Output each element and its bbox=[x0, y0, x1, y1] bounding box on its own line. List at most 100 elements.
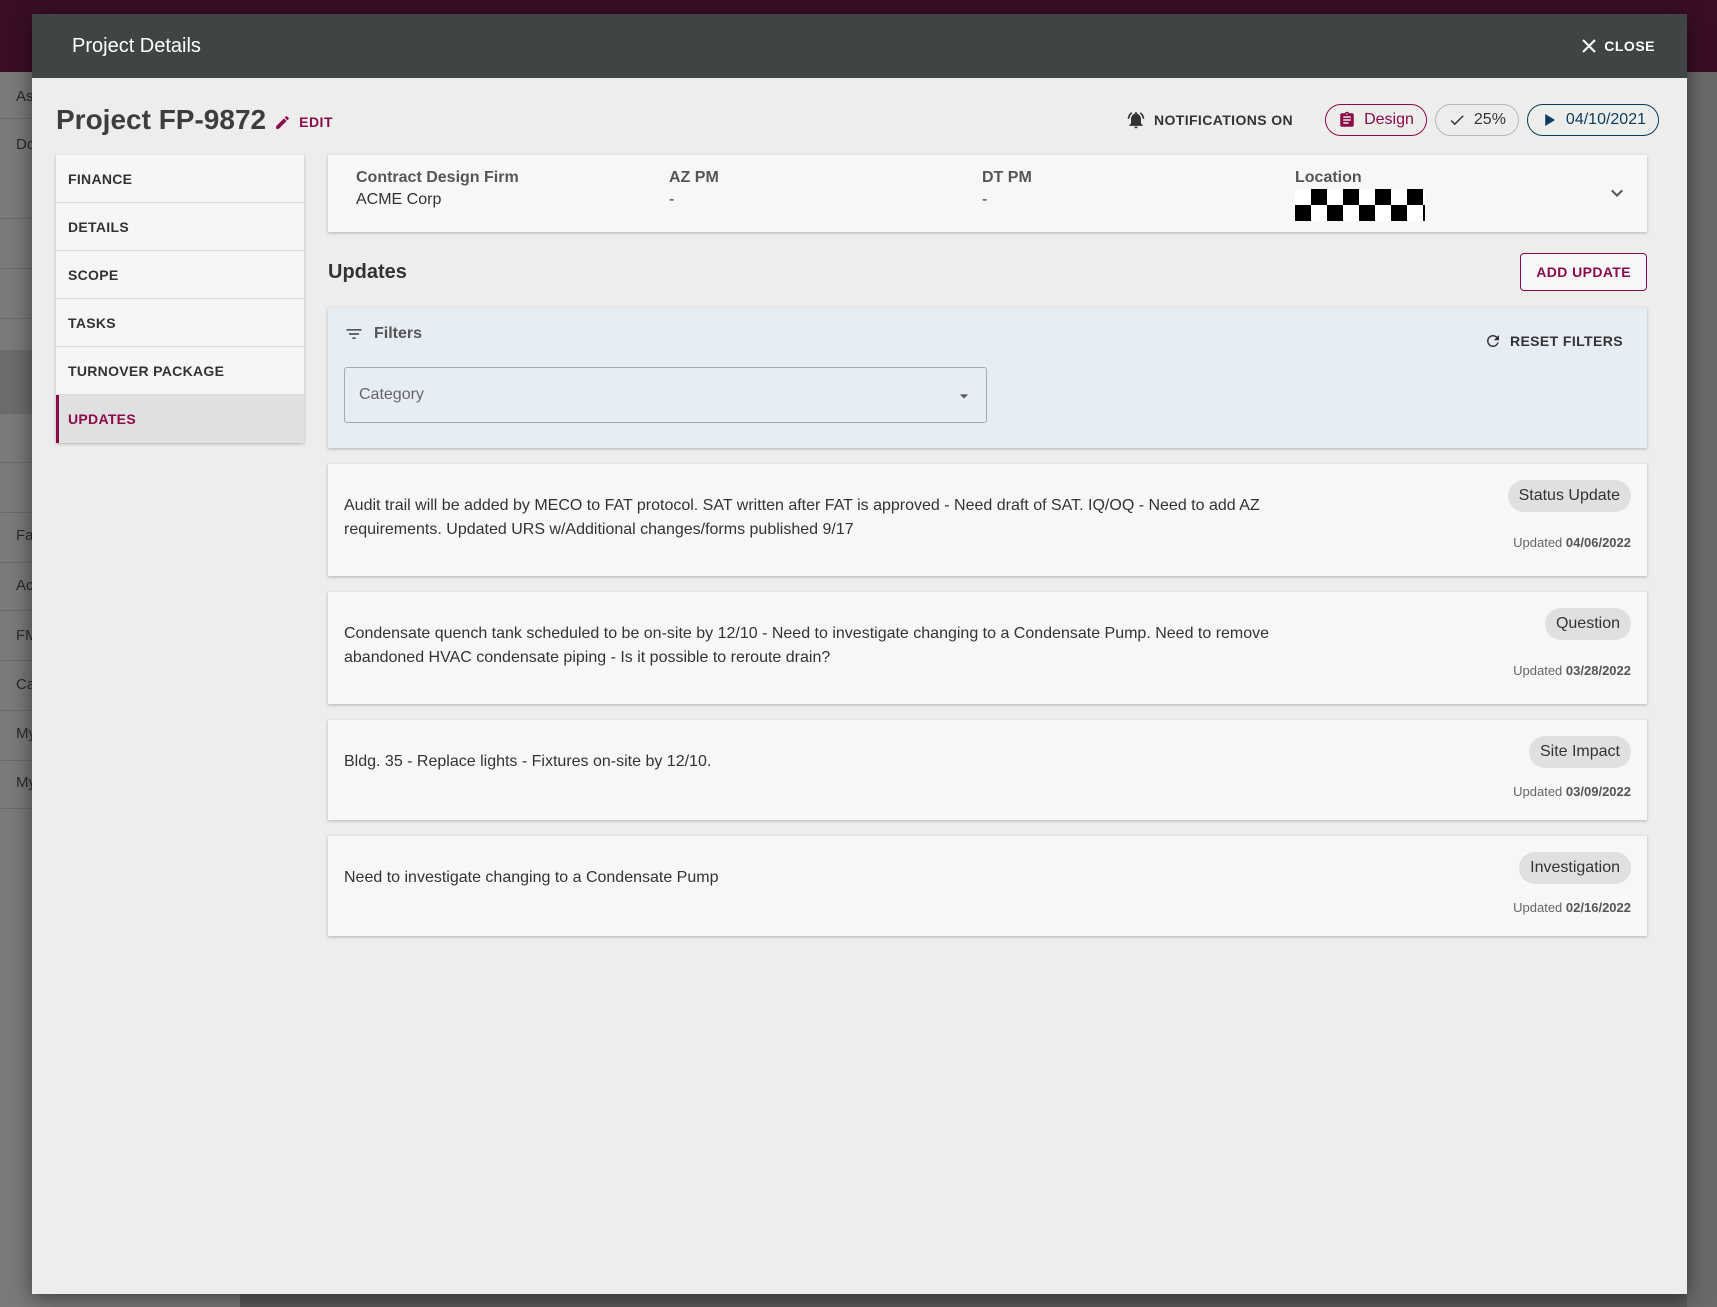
updated-date-value: 03/09/2022 bbox=[1565, 784, 1631, 799]
location-field: Location bbox=[1295, 169, 1608, 221]
filters-label: Filters bbox=[374, 325, 423, 342]
field-value: - bbox=[982, 191, 988, 208]
phase-chip[interactable]: Design bbox=[1325, 104, 1427, 136]
background-right-panel bbox=[1687, 72, 1717, 1307]
reset-filters-label: RESET FILTERS bbox=[1509, 333, 1623, 349]
close-icon bbox=[1582, 39, 1596, 53]
updated-prefix: Updated bbox=[1513, 663, 1563, 678]
filters-panel: Filters RESET FILTERS Category bbox=[328, 308, 1647, 448]
notifications-toggle[interactable]: NOTIFICATIONS ON bbox=[1126, 110, 1293, 130]
refresh-icon bbox=[1486, 335, 1499, 347]
background-divider bbox=[0, 808, 32, 809]
category-chip: Status Update bbox=[1507, 480, 1631, 512]
background-divider bbox=[0, 268, 32, 269]
az-pm-field: AZ PM - bbox=[669, 169, 982, 218]
category-chip: Question bbox=[1544, 608, 1631, 640]
updates-header: Updates ADD UPDATE bbox=[328, 252, 1647, 292]
field-label: Contract Design Firm bbox=[356, 169, 519, 186]
field-label: AZ PM bbox=[669, 169, 719, 186]
section-nav: FINANCE DETAILS SCOPE TASKS TURNOVER PAC… bbox=[56, 155, 304, 443]
update-card[interactable]: Condensate quench tank scheduled to be o… bbox=[328, 592, 1647, 704]
updated-prefix: Updated bbox=[1513, 535, 1563, 550]
contract-design-firm-field: Contract Design Firm ACME Corp bbox=[356, 169, 669, 218]
background-divider bbox=[0, 318, 32, 319]
update-text: Condensate quench tank scheduled to be o… bbox=[344, 625, 1270, 666]
nav-item-scope[interactable]: SCOPE bbox=[56, 251, 304, 299]
dropdown-arrow-icon bbox=[959, 394, 969, 399]
updated-date-value: 04/06/2022 bbox=[1565, 535, 1631, 550]
close-button-label: CLOSE bbox=[1604, 38, 1655, 54]
chevron-down-icon[interactable] bbox=[1605, 181, 1629, 205]
updated-prefix: Updated bbox=[1513, 784, 1563, 799]
background-divider bbox=[0, 462, 32, 463]
field-label: DT PM bbox=[982, 169, 1032, 186]
background-divider bbox=[0, 512, 32, 513]
date-chip[interactable]: 04/10/2021 bbox=[1526, 104, 1659, 136]
filter-list-icon bbox=[346, 329, 362, 339]
update-text: Bldg. 35 - Replace lights - Fixtures on-… bbox=[344, 753, 712, 770]
bell-ringing-icon bbox=[1127, 112, 1145, 129]
modal-title: Project Details bbox=[72, 34, 201, 57]
filters-title: Filters bbox=[344, 324, 1631, 344]
background-divider bbox=[0, 218, 32, 219]
reset-filters-button[interactable]: RESET FILTERS bbox=[1484, 332, 1623, 350]
update-card[interactable]: Audit trail will be added by MECO to FAT… bbox=[328, 464, 1647, 576]
main-content: Contract Design Firm ACME Corp AZ PM - D… bbox=[328, 155, 1647, 936]
updated-date-value: 02/16/2022 bbox=[1565, 900, 1631, 915]
category-chip: Investigation bbox=[1519, 852, 1631, 884]
project-info-card: Contract Design Firm ACME Corp AZ PM - D… bbox=[328, 155, 1647, 232]
project-status-bar: NOTIFICATIONS ON Design 25% 04/10/2021 bbox=[1126, 104, 1659, 136]
background-divider bbox=[0, 660, 32, 661]
edit-button-label: EDIT bbox=[299, 114, 333, 130]
date-label: 04/10/2021 bbox=[1565, 111, 1646, 128]
updated-prefix: Updated bbox=[1513, 900, 1563, 915]
modal-header: Project Details CLOSE bbox=[32, 14, 1687, 78]
nav-item-tasks[interactable]: TASKS bbox=[56, 299, 304, 347]
update-card[interactable]: Bldg. 35 - Replace lights - Fixtures on-… bbox=[328, 720, 1647, 820]
nav-item-details[interactable]: DETAILS bbox=[56, 203, 304, 251]
category-chip: Site Impact bbox=[1528, 736, 1631, 768]
category-select-placeholder: Category bbox=[359, 386, 424, 403]
edit-button[interactable]: EDIT bbox=[274, 114, 333, 131]
background-selected-block bbox=[0, 350, 32, 414]
background-divider bbox=[0, 562, 32, 563]
updated-date: Updated 03/28/2022 bbox=[1513, 663, 1631, 678]
field-value: - bbox=[669, 191, 675, 208]
nav-item-updates[interactable]: UPDATES bbox=[56, 395, 304, 443]
update-text: Audit trail will be added by MECO to FAT… bbox=[344, 497, 1260, 538]
category-select[interactable]: Category bbox=[344, 367, 987, 423]
field-label: Location bbox=[1295, 169, 1362, 186]
project-title-row: Project FP-9872 EDIT NOTIFICATIONS ON De… bbox=[56, 100, 1659, 140]
progress-label: 25% bbox=[1473, 111, 1506, 128]
dt-pm-field: DT PM - bbox=[982, 169, 1295, 218]
background-sidebar-item: Ac bbox=[16, 577, 34, 594]
phase-label: Design bbox=[1364, 111, 1414, 128]
background-divider bbox=[0, 710, 32, 711]
updated-date: Updated 04/06/2022 bbox=[1513, 535, 1631, 550]
background-sidebar-item: Fa bbox=[16, 527, 34, 544]
progress-chip[interactable]: 25% bbox=[1434, 104, 1519, 136]
play-icon bbox=[1545, 114, 1555, 126]
update-card[interactable]: Need to investigate changing to a Conden… bbox=[328, 836, 1647, 936]
redacted-location-image bbox=[1295, 189, 1425, 221]
pencil-icon bbox=[276, 115, 289, 129]
background-divider bbox=[0, 118, 32, 119]
background-divider bbox=[0, 610, 32, 611]
updated-date: Updated 03/09/2022 bbox=[1513, 784, 1631, 799]
project-title: Project FP-9872 bbox=[56, 104, 267, 135]
update-text: Need to investigate changing to a Conden… bbox=[344, 869, 719, 886]
close-button[interactable]: CLOSE bbox=[1582, 38, 1655, 54]
project-details-modal: Project Details CLOSE Project FP-9872 ED… bbox=[32, 14, 1687, 1294]
nav-item-finance[interactable]: FINANCE bbox=[56, 155, 304, 203]
updates-title: Updates bbox=[328, 260, 407, 283]
background-sidebar-item: As bbox=[16, 88, 34, 105]
updated-date-value: 03/28/2022 bbox=[1565, 663, 1631, 678]
add-update-button[interactable]: ADD UPDATE bbox=[1520, 253, 1647, 291]
field-value: ACME Corp bbox=[356, 191, 442, 208]
updated-date: Updated 02/16/2022 bbox=[1513, 900, 1631, 915]
notifications-label: NOTIFICATIONS ON bbox=[1153, 112, 1294, 128]
check-icon bbox=[1450, 115, 1464, 126]
clipboard-icon bbox=[1340, 111, 1354, 127]
background-divider bbox=[0, 760, 32, 761]
nav-item-turnover-package[interactable]: TURNOVER PACKAGE bbox=[56, 347, 304, 395]
